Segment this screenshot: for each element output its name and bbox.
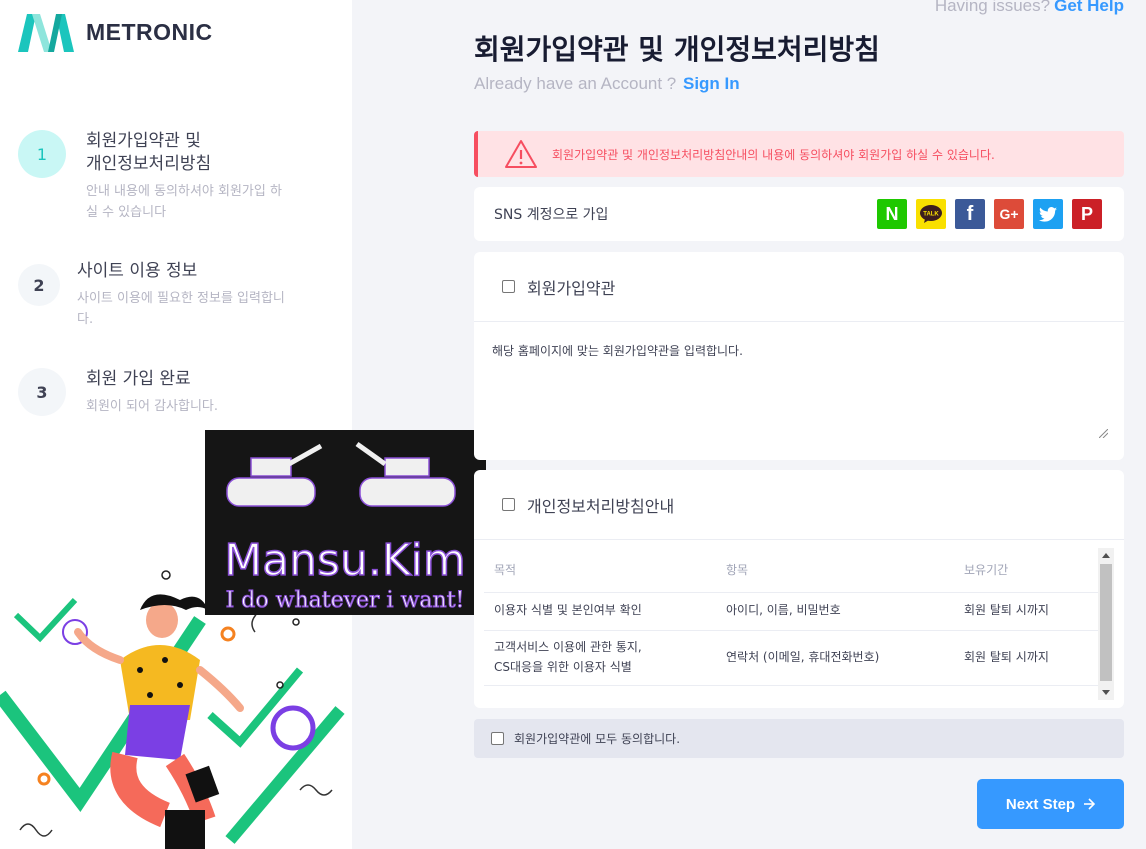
step-title: 사이트 이용 정보 [77, 261, 198, 281]
account-prompt: Already have an Account ? Sign In [474, 74, 740, 94]
agree-all-row[interactable]: 회원가입약관에 모두 동의합니다. [474, 719, 1124, 758]
wizard-step-2[interactable]: 2 사이트 이용 정보 사이트 이용에 필요한 정보를 입력합니다. [18, 260, 292, 331]
twitter-button[interactable] [1033, 199, 1063, 229]
watermark-name: Mansu.Kim [224, 535, 466, 586]
terms-card: 회원가입약관 해당 홈페이지에 맞는 회원가입약관을 입력합니다. [474, 252, 1124, 460]
table-cell: 회원 탈퇴 시까지 [954, 630, 1098, 686]
aside-panel: METRONIC 1 회원가입약관 및 개인정보처리방침 안내 내용에 동의하셔… [0, 0, 352, 849]
scroll-down-icon[interactable] [1102, 690, 1110, 695]
privacy-table: 목적 항목 보유기간 이용자 식별 및 본인여부 확인 아이디, 이름, 비밀번… [484, 548, 1098, 686]
table-header-row: 목적 항목 보유기간 [484, 548, 1098, 593]
privacy-card: 개인정보처리방침안내 목적 항목 보유기간 이용자 식별 및 본인여부 확인 아… [474, 470, 1124, 708]
step-description: 안내 내용에 동의하셔야 회원가입 하실 수 있습니다 [86, 183, 282, 220]
twitter-icon [1039, 206, 1057, 222]
sns-buttons: N TALK f G+ P [877, 199, 1102, 229]
naver-icon: N [885, 203, 899, 224]
step-number: 2 [18, 264, 60, 306]
sns-signup-card: SNS 계정으로 가입 N TALK f G+ P [474, 187, 1124, 241]
arrow-right-icon [1084, 798, 1096, 810]
facebook-icon: f [966, 202, 974, 225]
terms-textarea[interactable]: 해당 홈페이지에 맞는 회원가입약관을 입력합니다. [474, 322, 1124, 458]
privacy-checkbox[interactable] [502, 498, 515, 511]
column-header: 항목 [716, 548, 954, 593]
table-row: 이용자 식별 및 본인여부 확인 아이디, 이름, 비밀번호 회원 탈퇴 시까지 [484, 592, 1098, 631]
agree-all-label: 회원가입약관에 모두 동의합니다. [514, 732, 681, 746]
terms-label: 회원가입약관 [527, 278, 616, 298]
naver-button[interactable]: N [877, 199, 907, 229]
step-number: 3 [18, 368, 66, 416]
pinterest-icon: P [1080, 203, 1093, 224]
facebook-button[interactable]: f [955, 199, 985, 229]
alert-text: 회원가입약관 및 개인정보처리방침안내의 내용에 동의하셔야 회원가입 하실 수… [552, 147, 995, 162]
brand-name: METRONIC [86, 18, 213, 45]
step-description: 회원이 되어 감사합니다. [86, 398, 218, 414]
table-scrollbar[interactable] [1098, 548, 1114, 700]
column-header: 보유기간 [954, 548, 1098, 593]
table-cell: 아이디, 이름, 비밀번호 [716, 592, 954, 631]
resize-handle-icon[interactable] [1099, 429, 1108, 438]
google-plus-icon: G+ [999, 206, 1019, 222]
svg-text:TALK: TALK [923, 212, 939, 218]
tank-icon [355, 441, 456, 507]
watermark-tagline: I do whatever i want! [226, 588, 465, 613]
tank-icon [226, 443, 323, 507]
terms-content: 해당 홈페이지에 맞는 회원가입약관을 입력합니다. [492, 344, 743, 358]
terms-header: 회원가입약관 [474, 252, 1124, 322]
account-question: Already have an Account ? [474, 74, 677, 93]
step-title: 회원가입약관 및 개인정보처리방침 [86, 131, 212, 174]
sign-in-link[interactable]: Sign In [683, 74, 740, 93]
terms-checkbox[interactable] [502, 280, 515, 293]
table-cell: 회원 탈퇴 시까지 [954, 592, 1098, 631]
table-cell: 고객서비스 이용에 관한 통지, CS대응을 위한 이용자 식별 [484, 630, 716, 686]
step-description: 사이트 이용에 필요한 정보를 입력합니다. [77, 290, 285, 327]
page-title: 회원가입약관 및 개인정보처리방침 [474, 33, 880, 66]
kakao-talk-icon: TALK [920, 205, 942, 223]
wizard-step-3[interactable]: 3 회원 가입 완료 회원이 되어 감사합니다. [18, 368, 301, 418]
scroll-up-icon[interactable] [1102, 553, 1110, 558]
table-cell: 연락처 (이메일, 휴대전화번호) [716, 630, 954, 686]
google-plus-button[interactable]: G+ [994, 199, 1024, 229]
privacy-label: 개인정보처리방침안내 [527, 496, 675, 516]
warning-icon [505, 140, 537, 168]
help-question: Having issues? [934, 0, 1051, 15]
wizard-step-1[interactable]: 1 회원가입약관 및 개인정보처리방침 안내 내용에 동의하셔야 회원가입 하실… [18, 130, 291, 223]
step-title: 회원 가입 완료 [86, 369, 191, 389]
brand-logo[interactable]: METRONIC [18, 12, 213, 52]
watermark-overlay: Mansu.Kim I do whatever i want! [205, 430, 486, 615]
step-number: 1 [18, 130, 66, 178]
get-help-link[interactable]: Get Help [1054, 0, 1124, 15]
kakao-button[interactable]: TALK [916, 199, 946, 229]
sns-label: SNS 계정으로 가입 [494, 207, 609, 223]
table-row: 고객서비스 이용에 관한 통지, CS대응을 위한 이용자 식별 연락처 (이메… [484, 630, 1098, 686]
help-bar: Having issues? Get Help [935, 0, 1124, 16]
agree-all-checkbox[interactable] [491, 732, 504, 745]
pinterest-button[interactable]: P [1072, 199, 1102, 229]
scrollbar-thumb[interactable] [1100, 564, 1112, 681]
next-step-button[interactable]: Next Step [977, 779, 1124, 829]
privacy-table-container[interactable]: 목적 항목 보유기간 이용자 식별 및 본인여부 확인 아이디, 이름, 비밀번… [484, 548, 1114, 700]
column-header: 목적 [484, 548, 716, 593]
consent-alert: 회원가입약관 및 개인정보처리방침안내의 내용에 동의하셔야 회원가입 하실 수… [474, 131, 1124, 177]
next-step-label: Next Step [1005, 795, 1076, 813]
table-cell: 이용자 식별 및 본인여부 확인 [484, 592, 716, 631]
metronic-logo-icon [18, 14, 74, 52]
privacy-header: 개인정보처리방침안내 [474, 470, 1124, 540]
